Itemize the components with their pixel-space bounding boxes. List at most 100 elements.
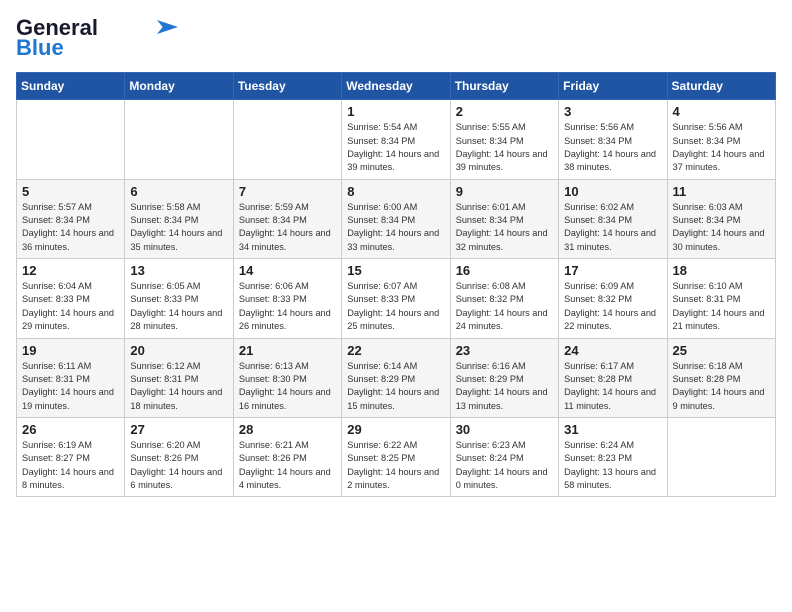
calendar-day-header: Wednesday: [342, 73, 450, 100]
calendar-week-row: 1 Sunrise: 5:54 AMSunset: 8:34 PMDaylight…: [17, 100, 776, 179]
calendar-cell: 9Sunrise: 6:01 AMSunset: 8:34 PMDaylight…: [450, 179, 558, 258]
cell-details: Sunrise: 6:12 AMSunset: 8:31 PMDaylight:…: [130, 360, 227, 413]
calendar-cell: 4 Sunrise: 5:56 AMSunset: 8:34 PMDaylight…: [667, 100, 775, 179]
calendar-cell: 23 Sunrise: 6:16 AMSunset: 8:29 PMDayligh…: [450, 338, 558, 417]
day-number: 13: [130, 263, 227, 278]
cell-details: Sunrise: 6:00 AMSunset: 8:34 PMDaylight:…: [347, 201, 444, 254]
calendar-cell: 2Sunrise: 5:55 AMSunset: 8:34 PMDaylight…: [450, 100, 558, 179]
day-number: 7: [239, 184, 336, 199]
day-number: 17: [564, 263, 661, 278]
calendar-cell: 11 Sunrise: 6:03 AMSunset: 8:34 PMDayligh…: [667, 179, 775, 258]
day-number: 25: [673, 343, 770, 358]
calendar-day-header: Sunday: [17, 73, 125, 100]
calendar-cell: 14Sunrise: 6:06 AMSunset: 8:33 PMDayligh…: [233, 259, 341, 338]
day-number: 20: [130, 343, 227, 358]
cell-details: Sunrise: 5:56 AMSunset: 8:34 PMDaylight:…: [564, 121, 661, 174]
cell-details: Sunrise: 6:07 AMSunset: 8:33 PMDaylight:…: [347, 280, 444, 333]
calendar-cell: 22Sunrise: 6:14 AMSunset: 8:29 PMDayligh…: [342, 338, 450, 417]
calendar-header-row: SundayMondayTuesdayWednesdayThursdayFrid…: [17, 73, 776, 100]
day-number: 12: [22, 263, 119, 278]
day-number: 6: [130, 184, 227, 199]
calendar-cell: 17 Sunrise: 6:09 AMSunset: 8:32 PMDayligh…: [559, 259, 667, 338]
calendar-cell: 16Sunrise: 6:08 AMSunset: 8:32 PMDayligh…: [450, 259, 558, 338]
calendar-cell: 6 Sunrise: 5:58 AMSunset: 8:34 PMDaylight…: [125, 179, 233, 258]
day-number: 15: [347, 263, 444, 278]
calendar-cell: 13 Sunrise: 6:05 AMSunset: 8:33 PMDayligh…: [125, 259, 233, 338]
calendar-cell: 8 Sunrise: 6:00 AMSunset: 8:34 PMDaylight…: [342, 179, 450, 258]
day-number: 5: [22, 184, 119, 199]
calendar-cell: 25Sunrise: 6:18 AMSunset: 8:28 PMDayligh…: [667, 338, 775, 417]
day-number: 28: [239, 422, 336, 437]
calendar-cell: 10 Sunrise: 6:02 AMSunset: 8:34 PMDayligh…: [559, 179, 667, 258]
page-header: General Blue: [16, 16, 776, 60]
day-number: 30: [456, 422, 553, 437]
cell-details: Sunrise: 6:19 AMSunset: 8:27 PMDaylight:…: [22, 439, 119, 492]
day-number: 4: [673, 104, 770, 119]
calendar-table: SundayMondayTuesdayWednesdayThursdayFrid…: [16, 72, 776, 497]
day-number: 21: [239, 343, 336, 358]
cell-details: Sunrise: 6:22 AMSunset: 8:25 PMDaylight:…: [347, 439, 444, 492]
calendar-cell: 27 Sunrise: 6:20 AMSunset: 8:26 PMDayligh…: [125, 417, 233, 496]
cell-details: Sunrise: 6:03 AMSunset: 8:34 PMDaylight:…: [673, 201, 770, 254]
cell-details: Sunrise: 6:04 AMSunset: 8:33 PMDaylight:…: [22, 280, 119, 333]
calendar-cell: 30 Sunrise: 6:23 AMSunset: 8:24 PMDayligh…: [450, 417, 558, 496]
day-number: 26: [22, 422, 119, 437]
cell-details: Sunrise: 5:54 AMSunset: 8:34 PMDaylight:…: [347, 121, 444, 174]
cell-details: Sunrise: 6:11 AMSunset: 8:31 PMDaylight:…: [22, 360, 119, 413]
day-number: 23: [456, 343, 553, 358]
logo-text-blue: Blue: [16, 36, 64, 60]
cell-details: Sunrise: 6:23 AMSunset: 8:24 PMDaylight:…: [456, 439, 553, 492]
calendar-cell: 20 Sunrise: 6:12 AMSunset: 8:31 PMDayligh…: [125, 338, 233, 417]
cell-details: Sunrise: 5:58 AMSunset: 8:34 PMDaylight:…: [130, 201, 227, 254]
calendar-cell: 3 Sunrise: 5:56 AMSunset: 8:34 PMDaylight…: [559, 100, 667, 179]
cell-details: Sunrise: 6:24 AMSunset: 8:23 PMDaylight:…: [564, 439, 661, 492]
calendar-cell: 21 Sunrise: 6:13 AMSunset: 8:30 PMDayligh…: [233, 338, 341, 417]
calendar-cell: [125, 100, 233, 179]
cell-details: Sunrise: 6:14 AMSunset: 8:29 PMDaylight:…: [347, 360, 444, 413]
calendar-day-header: Monday: [125, 73, 233, 100]
cell-details: Sunrise: 6:05 AMSunset: 8:33 PMDaylight:…: [130, 280, 227, 333]
calendar-cell: [233, 100, 341, 179]
day-number: 14: [239, 263, 336, 278]
calendar-cell: 19Sunrise: 6:11 AMSunset: 8:31 PMDayligh…: [17, 338, 125, 417]
logo: General Blue: [16, 16, 178, 60]
cell-details: Sunrise: 6:20 AMSunset: 8:26 PMDaylight:…: [130, 439, 227, 492]
calendar-day-header: Friday: [559, 73, 667, 100]
cell-details: Sunrise: 6:17 AMSunset: 8:28 PMDaylight:…: [564, 360, 661, 413]
cell-details: Sunrise: 6:16 AMSunset: 8:29 PMDaylight:…: [456, 360, 553, 413]
day-number: 2: [456, 104, 553, 119]
calendar-day-header: Thursday: [450, 73, 558, 100]
calendar-cell: 24 Sunrise: 6:17 AMSunset: 8:28 PMDayligh…: [559, 338, 667, 417]
day-number: 31: [564, 422, 661, 437]
calendar-cell: [17, 100, 125, 179]
cell-details: Sunrise: 5:59 AMSunset: 8:34 PMDaylight:…: [239, 201, 336, 254]
day-number: 1: [347, 104, 444, 119]
calendar-cell: [667, 417, 775, 496]
day-number: 29: [347, 422, 444, 437]
day-number: 10: [564, 184, 661, 199]
day-number: 3: [564, 104, 661, 119]
calendar-week-row: 12 Sunrise: 6:04 AMSunset: 8:33 PMDayligh…: [17, 259, 776, 338]
logo-icon: [150, 20, 178, 34]
day-number: 8: [347, 184, 444, 199]
cell-details: Sunrise: 6:09 AMSunset: 8:32 PMDaylight:…: [564, 280, 661, 333]
day-number: 27: [130, 422, 227, 437]
day-number: 18: [673, 263, 770, 278]
calendar-cell: 5 Sunrise: 5:57 AMSunset: 8:34 PMDaylight…: [17, 179, 125, 258]
day-number: 11: [673, 184, 770, 199]
cell-details: Sunrise: 6:13 AMSunset: 8:30 PMDaylight:…: [239, 360, 336, 413]
day-number: 16: [456, 263, 553, 278]
calendar-cell: 1 Sunrise: 5:54 AMSunset: 8:34 PMDaylight…: [342, 100, 450, 179]
calendar-cell: 31 Sunrise: 6:24 AMSunset: 8:23 PMDayligh…: [559, 417, 667, 496]
calendar-day-header: Tuesday: [233, 73, 341, 100]
calendar-cell: 12 Sunrise: 6:04 AMSunset: 8:33 PMDayligh…: [17, 259, 125, 338]
calendar-cell: 7 Sunrise: 5:59 AMSunset: 8:34 PMDaylight…: [233, 179, 341, 258]
cell-details: Sunrise: 6:10 AMSunset: 8:31 PMDaylight:…: [673, 280, 770, 333]
calendar-cell: 29 Sunrise: 6:22 AMSunset: 8:25 PMDayligh…: [342, 417, 450, 496]
day-number: 24: [564, 343, 661, 358]
cell-details: Sunrise: 5:57 AMSunset: 8:34 PMDaylight:…: [22, 201, 119, 254]
cell-details: Sunrise: 5:56 AMSunset: 8:34 PMDaylight:…: [673, 121, 770, 174]
cell-details: Sunrise: 6:02 AMSunset: 8:34 PMDaylight:…: [564, 201, 661, 254]
calendar-week-row: 26 Sunrise: 6:19 AMSunset: 8:27 PMDayligh…: [17, 417, 776, 496]
calendar-cell: 18 Sunrise: 6:10 AMSunset: 8:31 PMDayligh…: [667, 259, 775, 338]
